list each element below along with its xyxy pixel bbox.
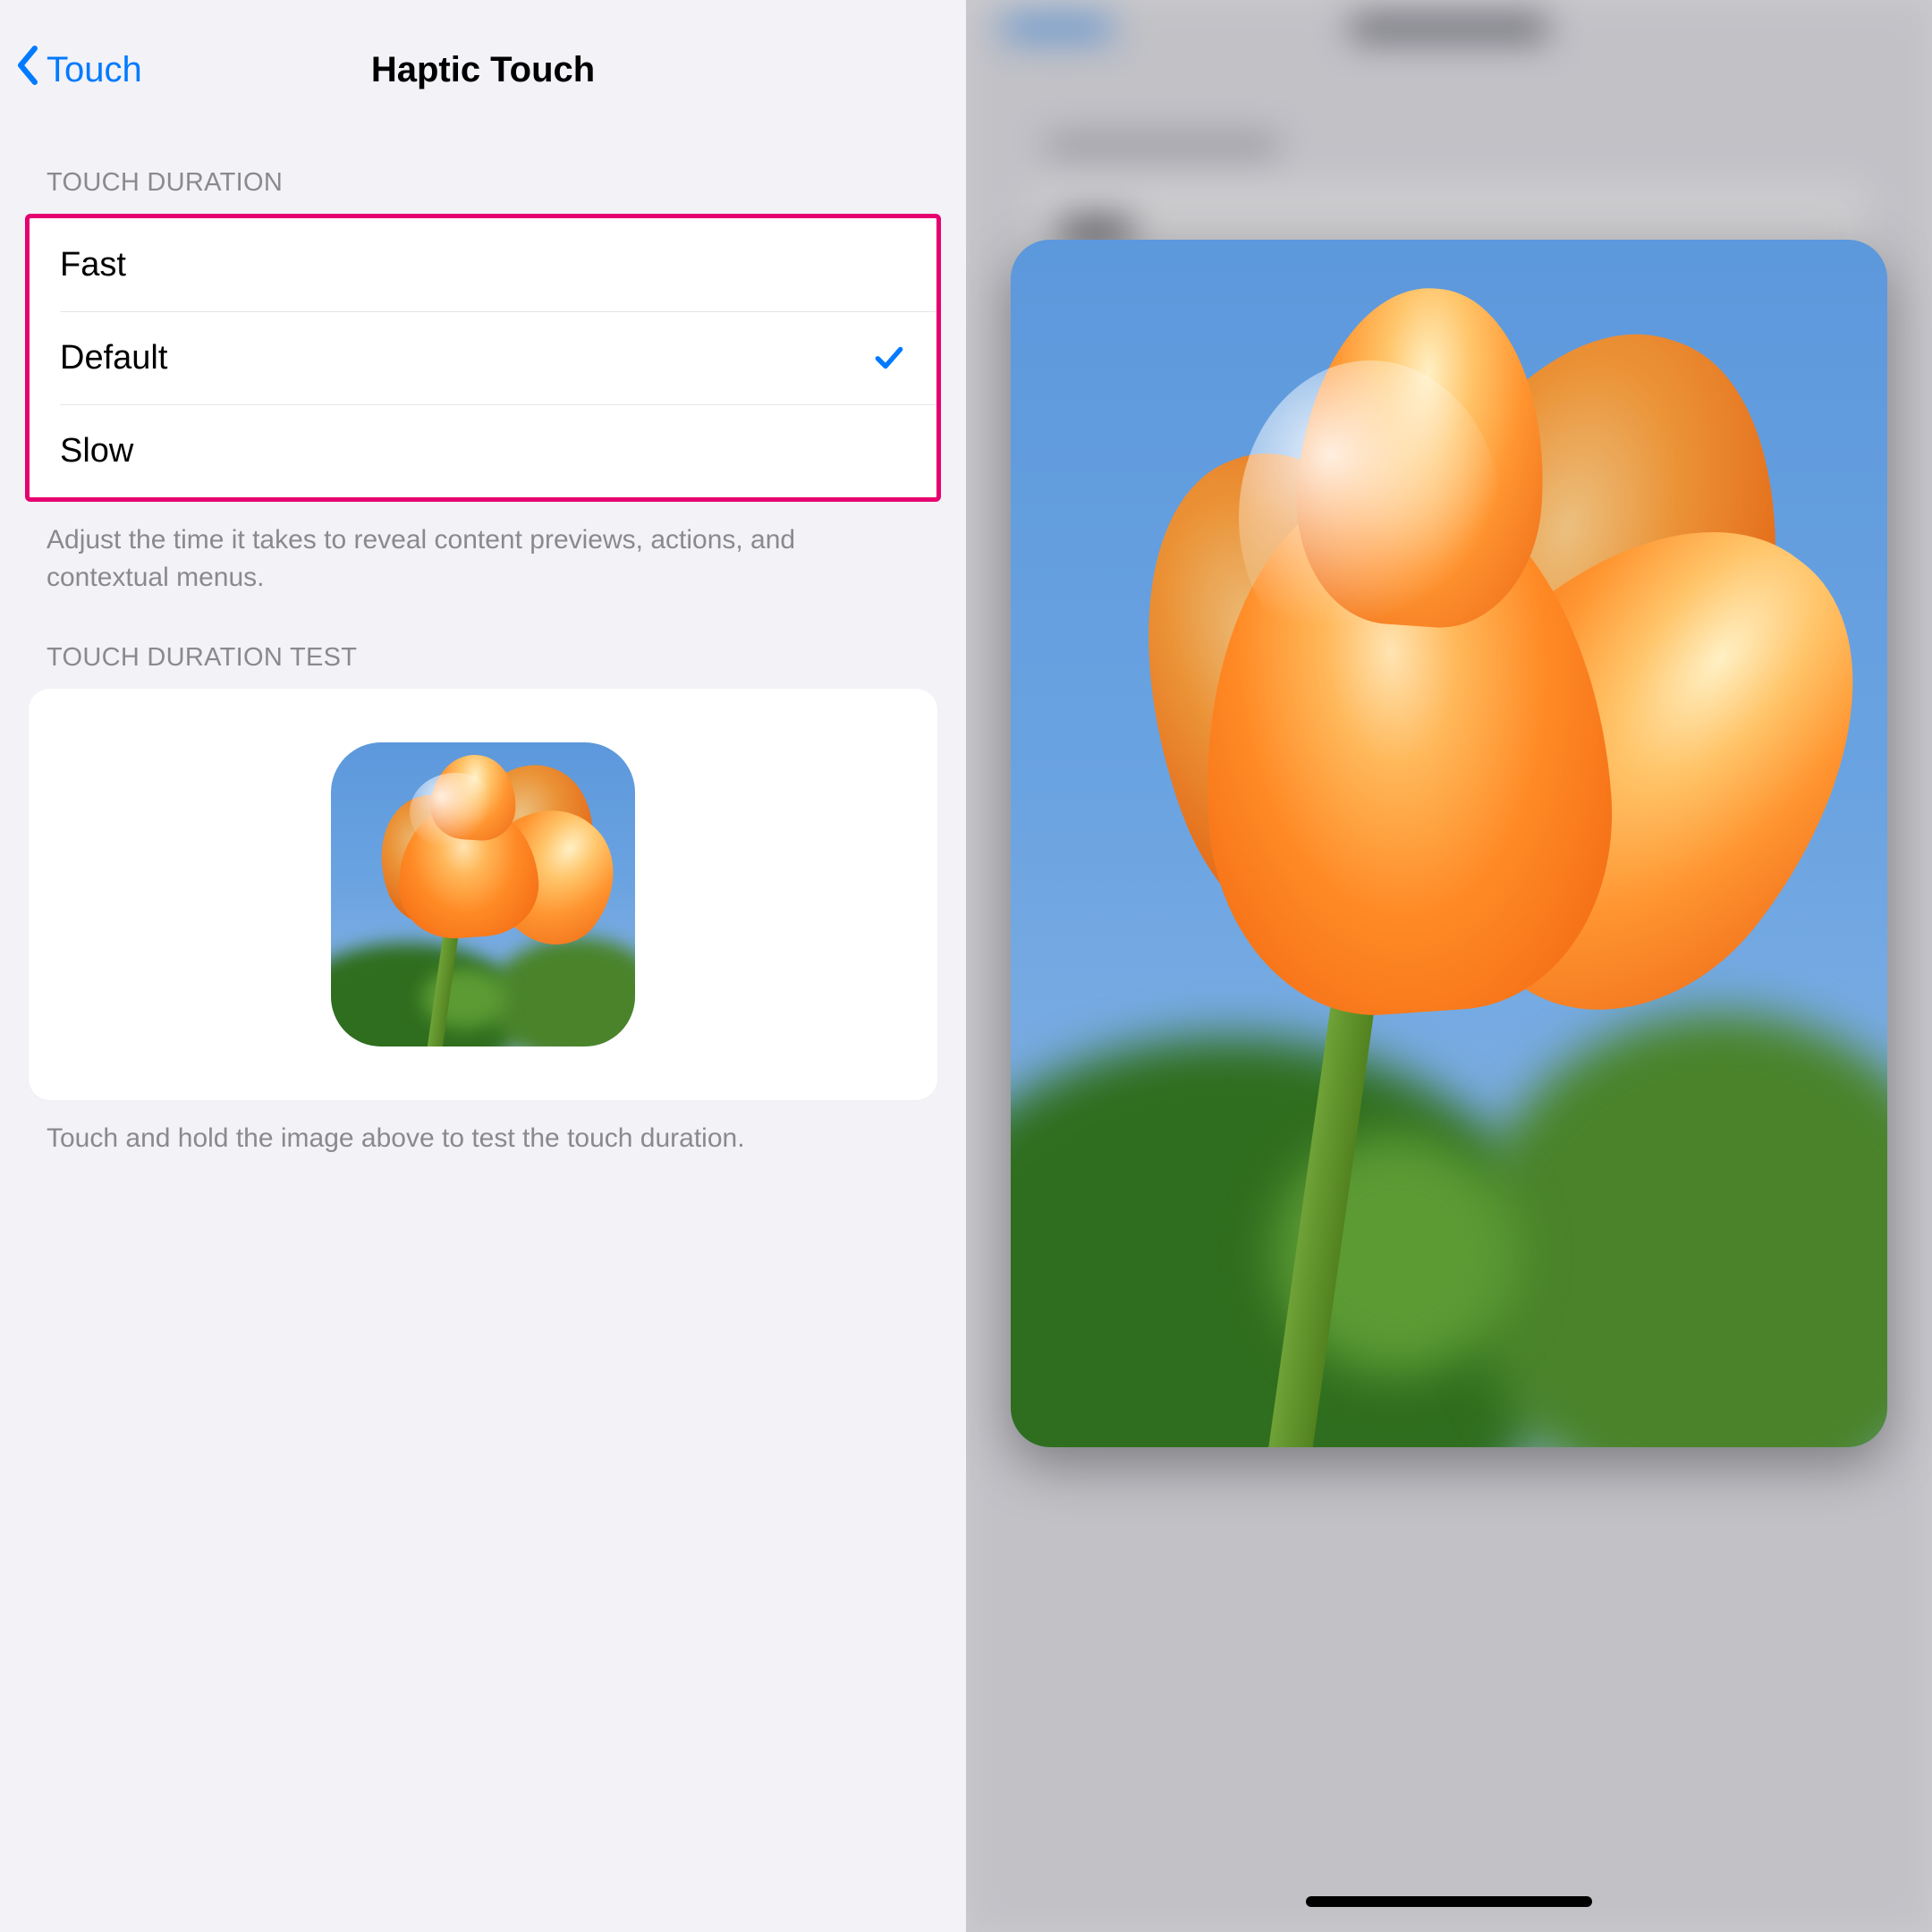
flower-preview: [1011, 240, 1887, 1447]
option-label: Default: [60, 339, 167, 377]
nav-bar: Touch Haptic Touch: [0, 25, 966, 114]
option-fast[interactable]: Fast: [30, 218, 936, 311]
flower-thumbnail: [331, 742, 635, 1046]
checkmark-icon: [872, 341, 906, 375]
back-button[interactable]: Touch: [14, 46, 142, 94]
section-header-touch-test: TOUCH DURATION TEST: [0, 643, 966, 689]
touch-duration-options: Fast Default Slow: [25, 214, 941, 502]
section-header-touch-duration: TOUCH DURATION: [0, 168, 966, 214]
option-slow[interactable]: Slow: [30, 404, 936, 497]
preview-screen: [966, 0, 1932, 1932]
settings-screen: Touch Haptic Touch TOUCH DURATION Fast D…: [0, 0, 966, 1932]
option-label: Slow: [60, 432, 133, 470]
touch-test-image[interactable]: [331, 742, 635, 1046]
haptic-preview-popup[interactable]: [1011, 240, 1887, 1447]
option-default[interactable]: Default: [30, 311, 936, 404]
section-footer-touch-test: Touch and hold the image above to test t…: [0, 1100, 966, 1157]
home-indicator[interactable]: [1306, 1896, 1592, 1907]
touch-test-card: [29, 689, 937, 1100]
section-footer-touch-duration: Adjust the time it takes to reveal conte…: [0, 502, 966, 597]
option-label: Fast: [60, 246, 126, 284]
page-title: Haptic Touch: [0, 50, 966, 90]
chevron-left-icon: [14, 46, 41, 94]
back-label: Touch: [47, 50, 142, 90]
